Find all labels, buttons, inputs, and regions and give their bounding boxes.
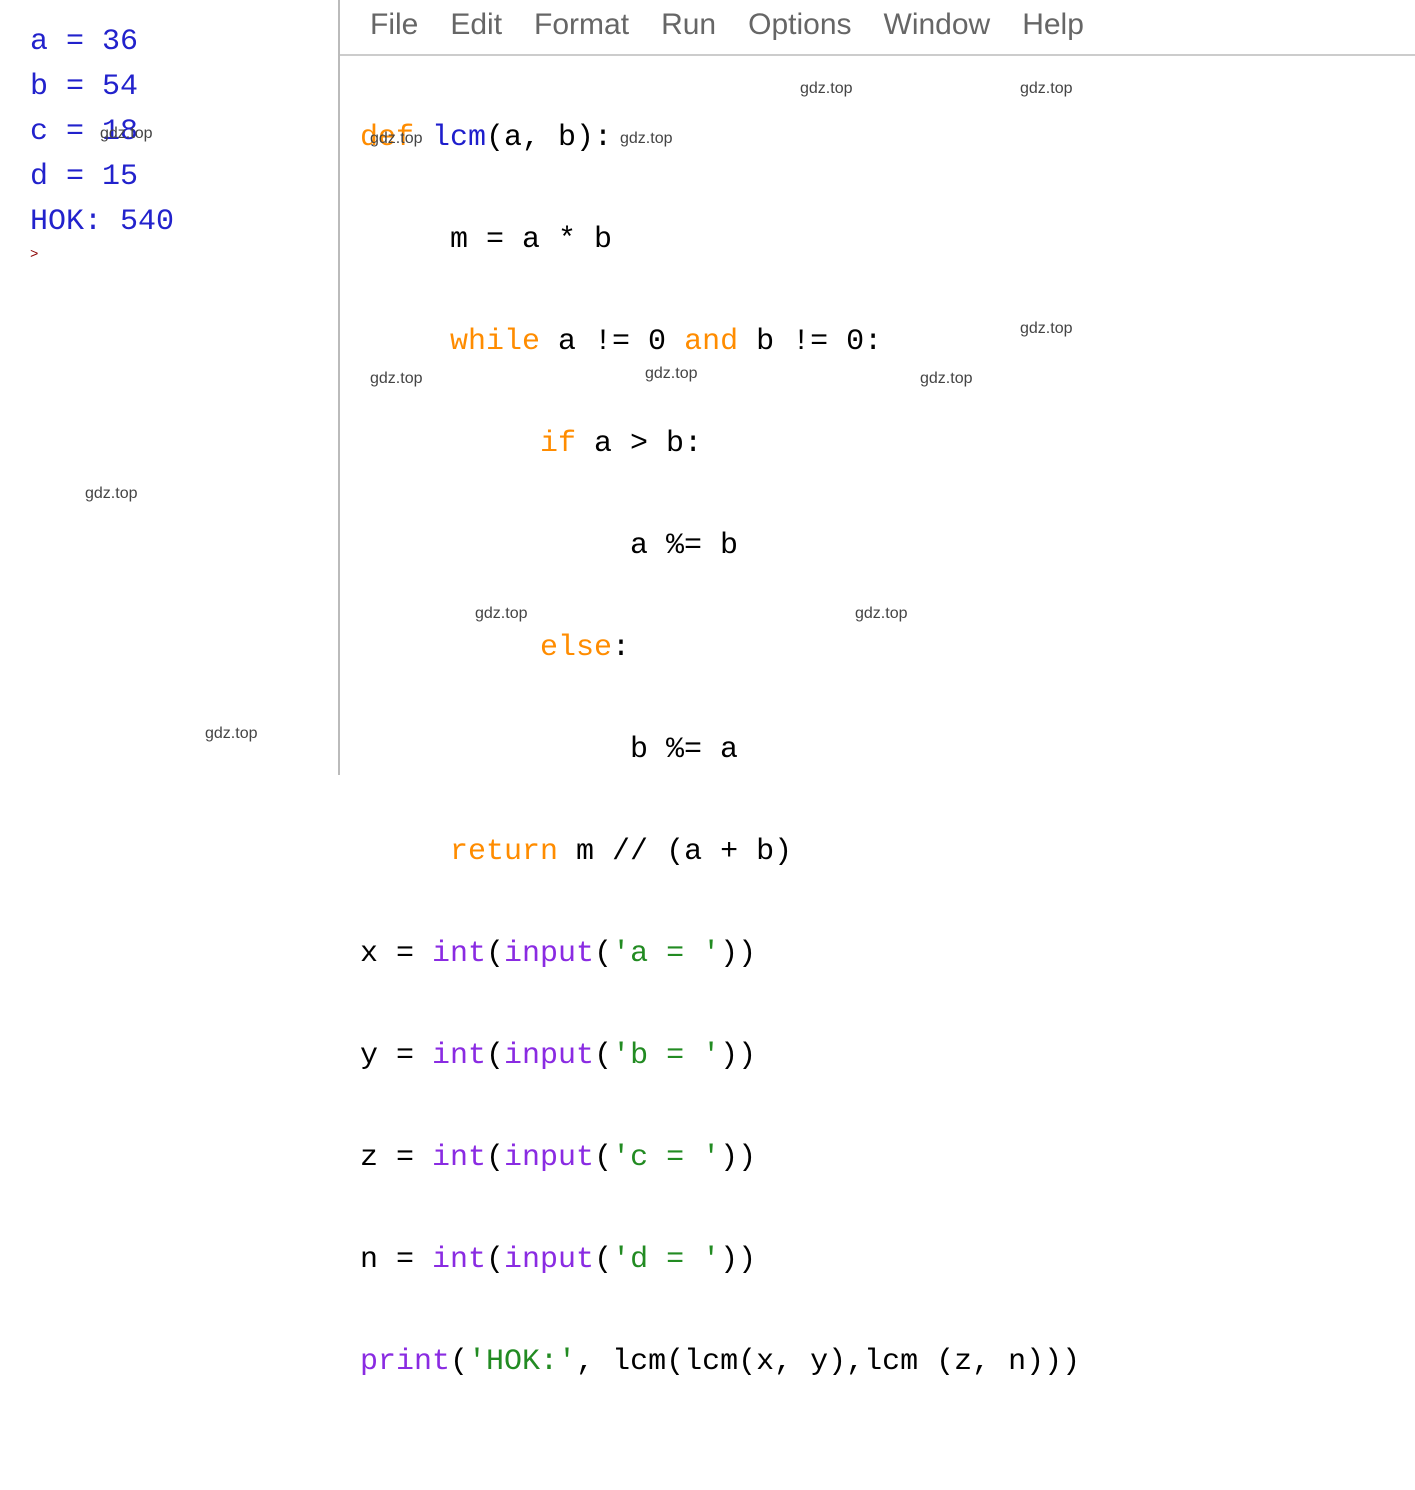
menubar: File Edit Format Run Options Window Help xyxy=(340,0,1415,56)
menu-file[interactable]: File xyxy=(370,8,418,42)
shell-output-pane: a = 36 b = 54 c = 18 d = 15 HOK: 540 > xyxy=(0,0,340,775)
code-line: while a != 0 and b != 0: xyxy=(360,317,1415,368)
shell-line: a = 36 xyxy=(30,20,328,65)
shell-line: c = 18 xyxy=(30,110,328,155)
menu-edit[interactable]: Edit xyxy=(450,8,502,42)
shell-line: HOK: 540 xyxy=(30,200,328,245)
code-line: m = a * b xyxy=(360,215,1415,266)
code-line: print('HOK:', lcm(lcm(x, y),lcm (z, n))) xyxy=(360,1337,1415,1388)
shell-line: b = 54 xyxy=(30,65,328,110)
shell-line: d = 15 xyxy=(30,155,328,200)
editor-pane: File Edit Format Run Options Window Help… xyxy=(340,0,1415,775)
menu-window[interactable]: Window xyxy=(884,8,991,42)
menu-options[interactable]: Options xyxy=(748,8,851,42)
menu-format[interactable]: Format xyxy=(534,8,629,42)
code-line: else: xyxy=(360,623,1415,674)
code-line: return m // (a + b) xyxy=(360,827,1415,878)
code-line: y = int(input('b = ')) xyxy=(360,1031,1415,1082)
code-line: def lcm(a, b): xyxy=(360,113,1415,164)
menu-run[interactable]: Run xyxy=(661,8,716,42)
code-line: if a > b: xyxy=(360,419,1415,470)
code-line: b %= a xyxy=(360,725,1415,776)
code-line: z = int(input('c = ')) xyxy=(360,1133,1415,1184)
shell-prompt: > xyxy=(30,245,328,266)
menu-help[interactable]: Help xyxy=(1022,8,1084,42)
code-line: x = int(input('a = ')) xyxy=(360,929,1415,980)
code-line: n = int(input('d = ')) xyxy=(360,1235,1415,1286)
code-line: a %= b xyxy=(360,521,1415,572)
code-editor[interactable]: def lcm(a, b): m = a * b while a != 0 an… xyxy=(340,56,1415,1490)
